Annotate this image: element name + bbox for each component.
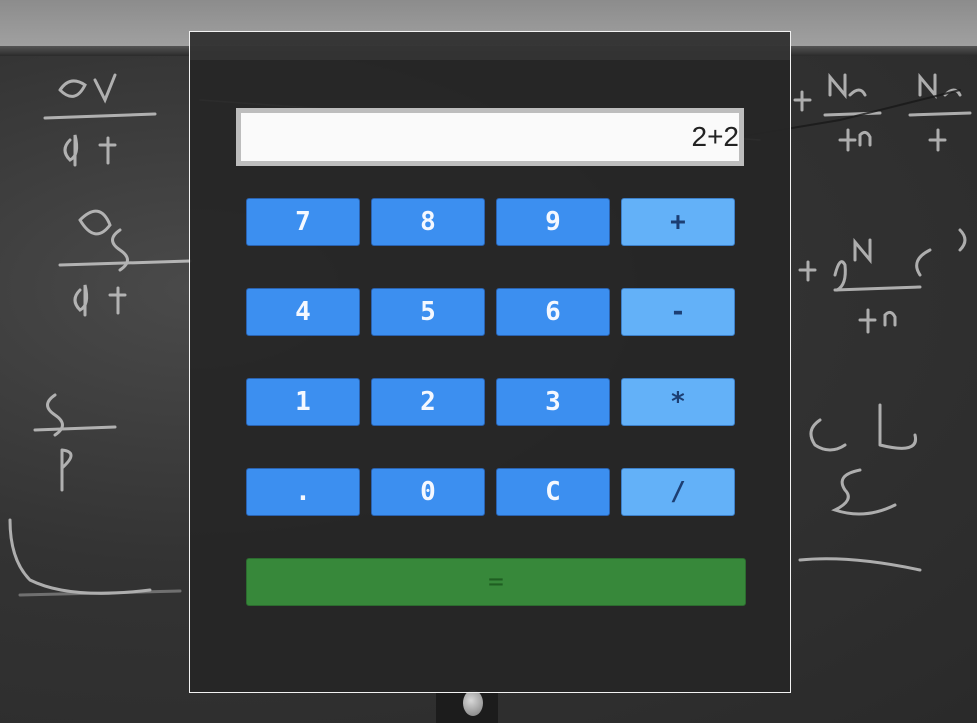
key-5[interactable]: 5 (371, 288, 485, 336)
calculator-header (190, 32, 790, 60)
key-divide[interactable]: / (621, 468, 735, 516)
key-2[interactable]: 2 (371, 378, 485, 426)
display-value: 2+2 (691, 121, 740, 152)
key-6[interactable]: 6 (496, 288, 610, 336)
key-7[interactable]: 7 (246, 198, 360, 246)
key-clear[interactable]: C (496, 468, 610, 516)
key-1[interactable]: 1 (246, 378, 360, 426)
key-3[interactable]: 3 (496, 378, 610, 426)
key-plus[interactable]: + (621, 198, 735, 246)
key-decimal[interactable]: . (246, 468, 360, 516)
calculator-display: 2+2 (236, 108, 744, 166)
key-equals[interactable]: = (246, 558, 746, 606)
key-minus[interactable]: - (621, 288, 735, 336)
key-8[interactable]: 8 (371, 198, 485, 246)
key-9[interactable]: 9 (496, 198, 610, 246)
key-multiply[interactable]: * (621, 378, 735, 426)
key-0[interactable]: 0 (371, 468, 485, 516)
calculator-panel: 2+2 7 8 9 + 4 5 6 - 1 2 3 * . 0 C / = (189, 31, 791, 693)
key-4[interactable]: 4 (246, 288, 360, 336)
board-knob (463, 690, 483, 716)
